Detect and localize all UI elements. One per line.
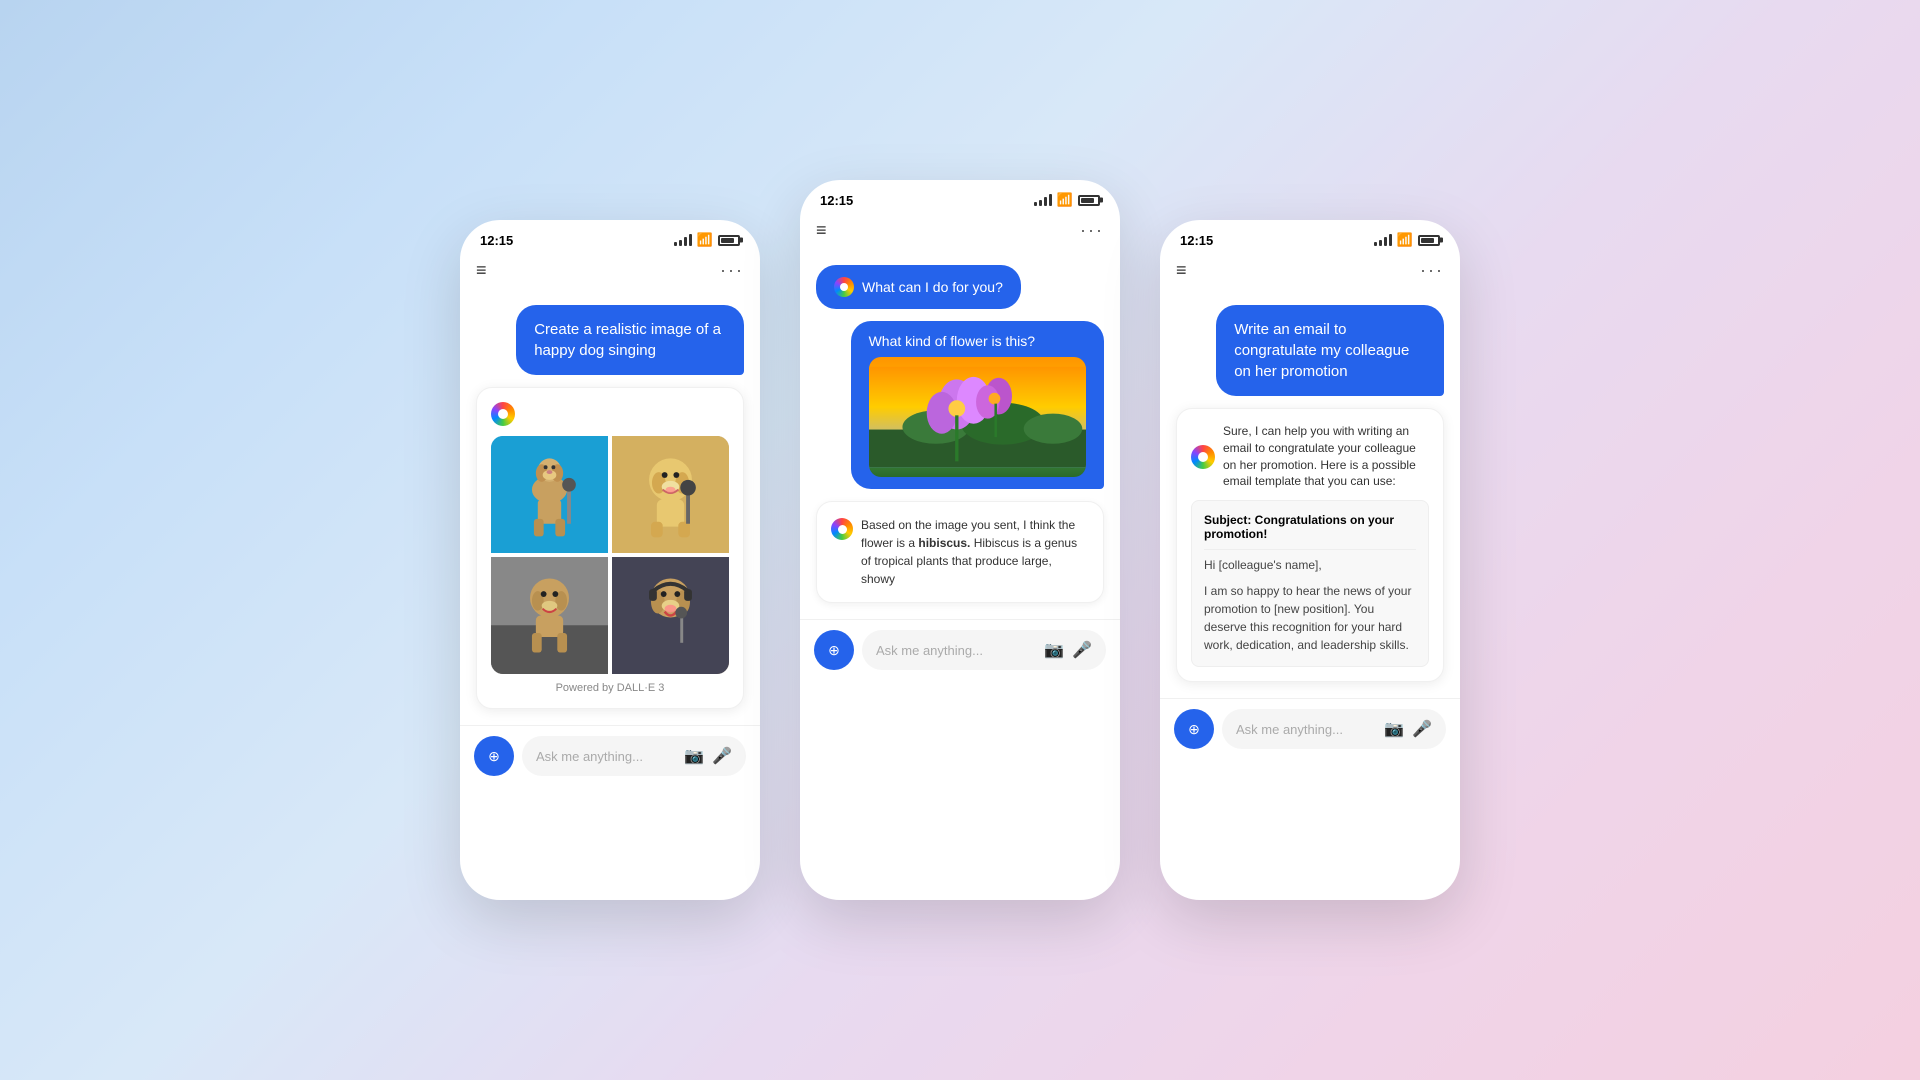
user-bubble-right: Write an email to congratulate my collea… <box>1216 305 1444 396</box>
email-greeting: Hi [colleague's name], <box>1204 556 1416 574</box>
chat-area-center: What can I do for you? What kind of flow… <box>800 249 1120 619</box>
input-placeholder-center: Ask me anything... <box>876 643 983 658</box>
copilot-logo-left <box>491 402 515 426</box>
powered-by-text: Powered by DALL·E 3 <box>491 682 729 694</box>
camera-icon-center[interactable]: 📷 <box>1044 640 1064 660</box>
ai-intro-text: Sure, I can help you with writing an ema… <box>1223 423 1429 490</box>
ai-card-dogs: Powered by DALL·E 3 <box>476 387 744 709</box>
greeting-bubble: What can I do for you? <box>816 265 1021 309</box>
email-divider <box>1204 549 1416 550</box>
ai-response-header-center: Based on the image you sent, I think the… <box>831 516 1089 588</box>
nav-bar-right: ≡ ··· <box>1160 256 1460 289</box>
chat-area-left: Create a realistic image of a happy dog … <box>460 289 760 725</box>
copilot-logo-right <box>1191 445 1215 469</box>
user-bubble-left: Create a realistic image of a happy dog … <box>516 305 744 375</box>
mic-icon-left[interactable]: 🎤 <box>712 746 732 766</box>
status-bar-center: 12:15 📶 <box>800 180 1120 216</box>
input-bar-center: ⊕ Ask me anything... 📷 🎤 <box>800 619 1120 680</box>
ai-header-right: Sure, I can help you with writing an ema… <box>1191 423 1429 490</box>
ai-card-email: Sure, I can help you with writing an ema… <box>1176 408 1444 682</box>
copilot-logo-center <box>834 277 854 297</box>
avatar-icon-left: ⊕ <box>488 748 500 765</box>
wifi-icon-left: 📶 <box>697 232 713 248</box>
dog-image-2 <box>612 436 729 553</box>
hibiscus-bold-text: hibiscus. <box>918 536 970 550</box>
more-icon-center[interactable]: ··· <box>1080 220 1104 241</box>
dog-image-grid <box>491 436 729 674</box>
more-icon-right[interactable]: ··· <box>1420 260 1444 281</box>
wifi-icon-center: 📶 <box>1057 192 1073 208</box>
mic-icon-right[interactable]: 🎤 <box>1412 719 1432 739</box>
avatar-button-center[interactable]: ⊕ <box>814 630 854 670</box>
input-placeholder-left: Ask me anything... <box>536 749 643 764</box>
input-bar-left: ⊕ Ask me anything... 📷 🎤 <box>460 725 760 786</box>
more-icon-left[interactable]: ··· <box>720 260 744 281</box>
chat-area-right: Write an email to congratulate my collea… <box>1160 289 1460 698</box>
phone-left: 12:15 📶 ≡ ··· Create a realistic image o… <box>460 220 760 900</box>
menu-icon-left[interactable]: ≡ <box>476 260 487 281</box>
nav-bar-center: ≡ ··· <box>800 216 1120 249</box>
phone-right: 12:15 📶 ≡ ··· Write an email to congratu… <box>1160 220 1460 900</box>
hibiscus-response: Based on the image you sent, I think the… <box>816 501 1104 603</box>
status-bar-left: 12:15 📶 <box>460 220 760 256</box>
input-field-center[interactable]: Ask me anything... 📷 🎤 <box>862 630 1106 670</box>
input-actions-right: 📷 🎤 <box>1384 719 1432 739</box>
camera-icon-left[interactable]: 📷 <box>684 746 704 766</box>
time-right: 12:15 <box>1180 233 1213 248</box>
battery-icon-right <box>1418 235 1440 246</box>
input-actions-left: 📷 🎤 <box>684 746 732 766</box>
email-template-card: Subject: Congratulations on your promoti… <box>1191 500 1429 667</box>
input-placeholder-right: Ask me anything... <box>1236 722 1343 737</box>
flower-question: What kind of flower is this? <box>869 333 1086 349</box>
signal-icon-center <box>1034 194 1052 206</box>
email-body-text: I am so happy to hear the news of your p… <box>1204 582 1416 654</box>
wifi-icon-right: 📶 <box>1397 232 1413 248</box>
phone-center: 12:15 📶 ≡ ··· <box>800 180 1120 900</box>
input-actions-center: 📷 🎤 <box>1044 640 1092 660</box>
flower-image-container <box>869 357 1086 477</box>
email-subject: Subject: Congratulations on your promoti… <box>1204 513 1416 541</box>
menu-icon-center[interactable]: ≡ <box>816 220 827 241</box>
signal-icon-left <box>674 234 692 246</box>
status-bar-right: 12:15 📶 <box>1160 220 1460 256</box>
hibiscus-text: Based on the image you sent, I think the… <box>861 516 1089 588</box>
time-center: 12:15 <box>820 193 853 208</box>
greeting-text: What can I do for you? <box>862 279 1003 295</box>
status-icons-right: 📶 <box>1374 232 1440 248</box>
copilot-logo-center2 <box>831 518 853 540</box>
ai-header-left <box>491 402 729 426</box>
flower-user-bubble: What kind of flower is this? <box>851 321 1104 489</box>
status-icons-center: 📶 <box>1034 192 1100 208</box>
signal-icon-right <box>1374 234 1392 246</box>
camera-icon-right[interactable]: 📷 <box>1384 719 1404 739</box>
input-field-left[interactable]: Ask me anything... 📷 🎤 <box>522 736 746 776</box>
avatar-icon-right: ⊕ <box>1188 721 1200 738</box>
status-icons-left: 📶 <box>674 232 740 248</box>
input-field-right[interactable]: Ask me anything... 📷 🎤 <box>1222 709 1446 749</box>
avatar-button-left[interactable]: ⊕ <box>474 736 514 776</box>
time-left: 12:15 <box>480 233 513 248</box>
battery-icon-left <box>718 235 740 246</box>
mic-icon-center[interactable]: 🎤 <box>1072 640 1092 660</box>
input-bar-right: ⊕ Ask me anything... 📷 🎤 <box>1160 698 1460 759</box>
avatar-icon-center: ⊕ <box>828 642 840 659</box>
dog-image-1 <box>491 436 608 553</box>
phones-container: 12:15 📶 ≡ ··· Create a realistic image o… <box>0 0 1920 1080</box>
dog-image-4 <box>612 557 729 674</box>
menu-icon-right[interactable]: ≡ <box>1176 260 1187 281</box>
dog-image-3 <box>491 557 608 674</box>
nav-bar-left: ≡ ··· <box>460 256 760 289</box>
flower-image <box>869 357 1086 477</box>
battery-icon-center <box>1078 195 1100 206</box>
avatar-button-right[interactable]: ⊕ <box>1174 709 1214 749</box>
